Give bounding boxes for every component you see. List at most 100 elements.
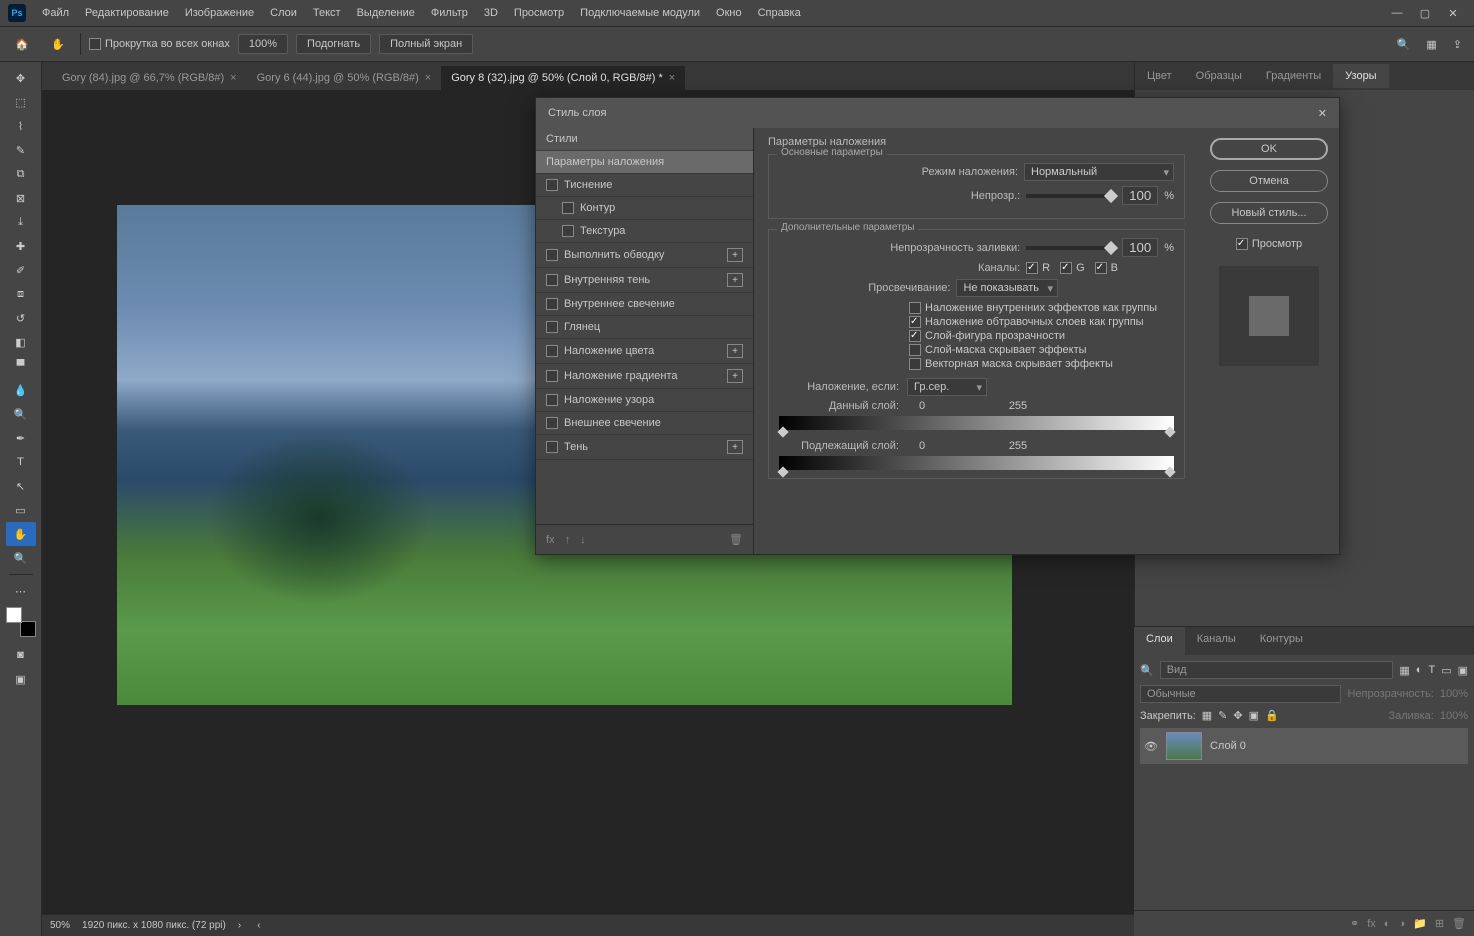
chevron-left-icon[interactable]: ‹ [257, 920, 260, 931]
effect-row[interactable]: Внутренняя тень+ [536, 268, 753, 293]
cancel-button[interactable]: Отмена [1210, 170, 1328, 192]
this-layer-gradient[interactable] [779, 416, 1174, 430]
mask-icon[interactable]: ◐ [1384, 918, 1391, 930]
chevron-right-icon[interactable]: › [238, 920, 241, 931]
menu-слои[interactable]: Слои [262, 3, 305, 23]
eyedropper-tool[interactable]: ⤓ [6, 210, 36, 234]
eraser-tool[interactable]: ◧ [6, 330, 36, 354]
channel-g-checkbox[interactable]: G [1060, 262, 1085, 274]
effect-row[interactable]: Наложение цвета+ [536, 339, 753, 364]
menu-изображение[interactable]: Изображение [177, 3, 262, 23]
effect-checkbox[interactable] [546, 249, 558, 261]
window-minimize[interactable]: — [1384, 4, 1410, 22]
menu-справка[interactable]: Справка [750, 3, 809, 23]
cb-vector-mask-hides[interactable]: Векторная маска скрывает эффекты [909, 358, 1174, 370]
blending-options-row[interactable]: Параметры наложения [536, 151, 753, 174]
home-icon[interactable]: 🏠 [8, 32, 36, 56]
search-icon[interactable]: 🔍 [1393, 34, 1415, 55]
cb-layer-mask-hides[interactable]: Слой-маска скрывает эффекты [909, 344, 1174, 356]
blur-tool[interactable]: 💧 [6, 378, 36, 402]
screen-mode-icon[interactable]: ▣ [6, 667, 36, 691]
gradient-tool[interactable]: ▀ [6, 354, 36, 378]
layers-tab[interactable]: Каналы [1185, 627, 1248, 655]
add-effect-icon[interactable]: + [727, 248, 743, 262]
panel-tab[interactable]: Узоры [1333, 64, 1388, 88]
effect-row[interactable]: Выполнить обводку+ [536, 243, 753, 268]
close-icon[interactable]: × [230, 72, 236, 84]
trash-icon[interactable]: 🗑 [729, 533, 743, 546]
workspace-icon[interactable]: ▦ [1422, 34, 1440, 55]
menu-подключаемые модули[interactable]: Подключаемые модули [572, 3, 708, 23]
effect-row[interactable]: Наложение градиента+ [536, 364, 753, 389]
dialog-titlebar[interactable]: Стиль слоя ✕ [536, 98, 1339, 128]
adjustment-icon[interactable]: ◑ [1398, 918, 1405, 930]
effect-row[interactable]: Глянец [536, 316, 753, 339]
under-layer-gradient[interactable] [779, 456, 1174, 470]
share-icon[interactable]: ⇪ [1449, 34, 1466, 55]
scroll-all-windows-checkbox[interactable]: Прокрутка во всех окнах [89, 38, 230, 50]
document-tab[interactable]: Gory (84).jpg @ 66,7% (RGB/8#)× [52, 66, 247, 90]
zoom-readout[interactable]: 50% [50, 920, 70, 931]
effect-checkbox[interactable] [562, 202, 574, 214]
menu-файл[interactable]: Файл [34, 3, 77, 23]
menu-выделение[interactable]: Выделение [349, 3, 423, 23]
stamp-tool[interactable]: ⧈ [6, 282, 36, 306]
effect-checkbox[interactable] [562, 225, 574, 237]
shape-tool[interactable]: ▭ [6, 498, 36, 522]
frame-tool[interactable]: ⊠ [6, 186, 36, 210]
healing-tool[interactable]: ✚ [6, 234, 36, 258]
lock-pixels-icon[interactable]: ▦ [1202, 709, 1212, 722]
lock-brush-icon[interactable]: ✎ [1218, 709, 1227, 722]
effect-checkbox[interactable] [546, 179, 558, 191]
down-arrow-icon[interactable]: ↓ [580, 534, 586, 546]
panel-tab[interactable]: Образцы [1184, 64, 1254, 88]
blend-mode-select[interactable]: Обычные [1140, 685, 1341, 703]
effect-row[interactable]: Текстура [536, 220, 753, 243]
close-icon[interactable]: × [669, 72, 675, 84]
move-tool[interactable]: ✥ [6, 66, 36, 90]
fullscreen-button[interactable]: Полный экран [379, 34, 473, 54]
filter-type-icon[interactable]: T [1428, 664, 1435, 676]
effect-row[interactable]: Внешнее свечение [536, 412, 753, 435]
layer-name[interactable]: Слой 0 [1210, 740, 1246, 752]
lock-all-icon[interactable]: 🔒 [1265, 709, 1279, 722]
menu-просмотр[interactable]: Просмотр [506, 3, 572, 23]
ok-button[interactable]: OK [1210, 138, 1328, 160]
effect-checkbox[interactable] [546, 321, 558, 333]
fx-icon[interactable]: fx [1367, 918, 1376, 930]
blendif-dropdown[interactable]: Гр.сер. [907, 378, 987, 396]
effect-checkbox[interactable] [546, 274, 558, 286]
fill-opacity-slider[interactable] [1026, 246, 1116, 250]
effect-checkbox[interactable] [546, 394, 558, 406]
layer-thumbnail[interactable] [1166, 732, 1202, 760]
effect-checkbox[interactable] [546, 370, 558, 382]
dodge-tool[interactable]: 🔍 [6, 402, 36, 426]
window-maximize[interactable]: ▢ [1412, 4, 1438, 22]
visibility-icon[interactable]: 👁 [1144, 740, 1158, 753]
cb-transparency-shapes[interactable]: Слой-фигура прозрачности [909, 330, 1174, 342]
lasso-tool[interactable]: ⌇ [6, 114, 36, 138]
pen-tool[interactable]: ✒ [6, 426, 36, 450]
add-effect-icon[interactable]: + [727, 440, 743, 454]
blend-mode-dropdown[interactable]: Нормальный [1024, 163, 1174, 181]
edit-toolbar[interactable]: ⋯ [6, 579, 36, 603]
new-layer-icon[interactable]: ⊞ [1435, 917, 1444, 930]
channel-b-checkbox[interactable]: B [1095, 262, 1118, 274]
add-effect-icon[interactable]: + [727, 273, 743, 287]
menu-редактирование[interactable]: Редактирование [77, 3, 177, 23]
effect-row[interactable]: Внутреннее свечение [536, 293, 753, 316]
hand-tool-icon[interactable]: ✋ [44, 32, 72, 56]
fill-opacity-input[interactable] [1122, 238, 1158, 257]
hand-tool[interactable]: ✋ [6, 522, 36, 546]
color-swatches[interactable] [6, 607, 36, 637]
document-tab[interactable]: Gory 8 (32).jpg @ 50% (Слой 0, RGB/8#) *… [441, 66, 685, 90]
group-icon[interactable]: 📁 [1413, 917, 1427, 930]
history-brush-tool[interactable]: ↺ [6, 306, 36, 330]
lock-artboard-icon[interactable]: ▣ [1249, 709, 1259, 722]
brush-tool[interactable]: ✐ [6, 258, 36, 282]
menu-текст[interactable]: Текст [305, 3, 349, 23]
quick-mask-icon[interactable]: ◙ [6, 643, 36, 667]
effect-row[interactable]: Тень+ [536, 435, 753, 460]
fit-button[interactable]: Подогнать [296, 34, 371, 54]
effect-checkbox[interactable] [546, 417, 558, 429]
